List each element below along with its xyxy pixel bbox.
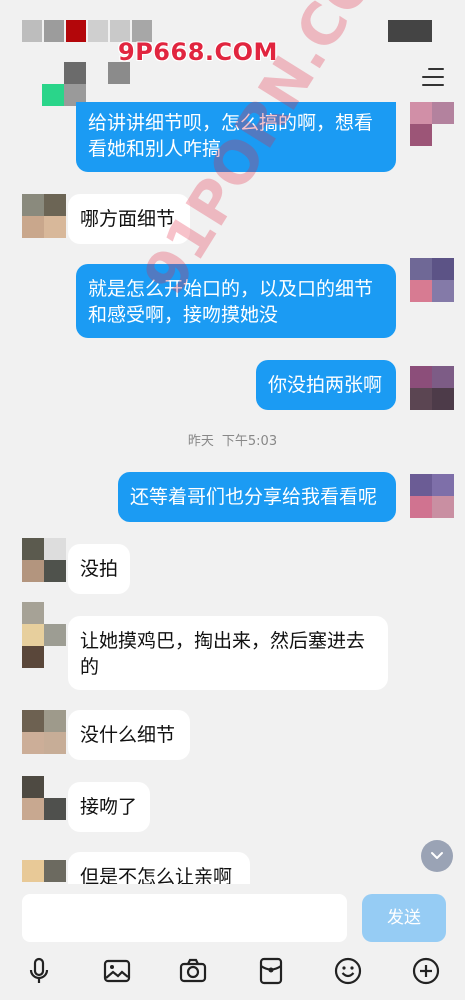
timestamp: 昨天 下午5:03 bbox=[0, 430, 465, 449]
input-bar: 发送 bbox=[0, 884, 465, 1000]
avatar-self[interactable] bbox=[410, 474, 454, 518]
pixelated-contact bbox=[42, 62, 130, 106]
microphone-icon[interactable] bbox=[22, 954, 56, 988]
message-input[interactable] bbox=[22, 894, 347, 942]
avatar-self[interactable] bbox=[410, 258, 454, 302]
avatar-self[interactable] bbox=[410, 102, 454, 146]
avatar-contact[interactable] bbox=[22, 194, 66, 238]
avatar-contact[interactable] bbox=[22, 602, 44, 668]
message-bubble-outgoing[interactable]: 就是怎么开始口的，以及口的细节和感受啊，接吻摸她没 bbox=[76, 264, 396, 338]
avatar-self[interactable] bbox=[410, 366, 454, 410]
input-toolbar bbox=[0, 954, 465, 988]
send-button[interactable]: 发送 bbox=[362, 894, 446, 942]
chevron-down-icon[interactable] bbox=[421, 840, 453, 872]
image-icon[interactable] bbox=[100, 954, 134, 988]
pixelated-status bbox=[388, 20, 432, 42]
avatar-contact[interactable] bbox=[22, 538, 66, 582]
red-packet-icon[interactable] bbox=[254, 954, 288, 988]
avatar-contact[interactable] bbox=[22, 776, 66, 820]
timestamp-time: 下午5:03 bbox=[221, 434, 278, 449]
avatar-contact[interactable] bbox=[22, 710, 66, 754]
avatar-contact[interactable] bbox=[22, 860, 66, 884]
avatar-contact-pixel bbox=[44, 624, 66, 646]
message-bubble-incoming[interactable]: 接吻了 bbox=[68, 782, 150, 832]
message-bubble-incoming[interactable]: 让她摸鸡巴，掏出来，然后塞进去的 bbox=[68, 616, 388, 690]
menu-icon[interactable] bbox=[422, 68, 444, 92]
watermark-text: 9P668.COM bbox=[118, 38, 278, 66]
message-bubble-outgoing[interactable]: 还等着哥们也分享给我看看呢 bbox=[118, 472, 396, 522]
chat-header: 9P668.COM bbox=[0, 0, 465, 106]
plus-icon[interactable] bbox=[409, 954, 443, 988]
camera-icon[interactable] bbox=[176, 954, 210, 988]
timestamp-day: 昨天 bbox=[187, 434, 214, 449]
message-bubble-incoming[interactable]: 没拍 bbox=[68, 544, 130, 594]
message-bubble-incoming[interactable]: 没什么细节 bbox=[68, 710, 190, 760]
emoji-icon[interactable] bbox=[331, 954, 365, 988]
message-bubble-outgoing[interactable]: 你没拍两张啊 bbox=[256, 360, 396, 410]
